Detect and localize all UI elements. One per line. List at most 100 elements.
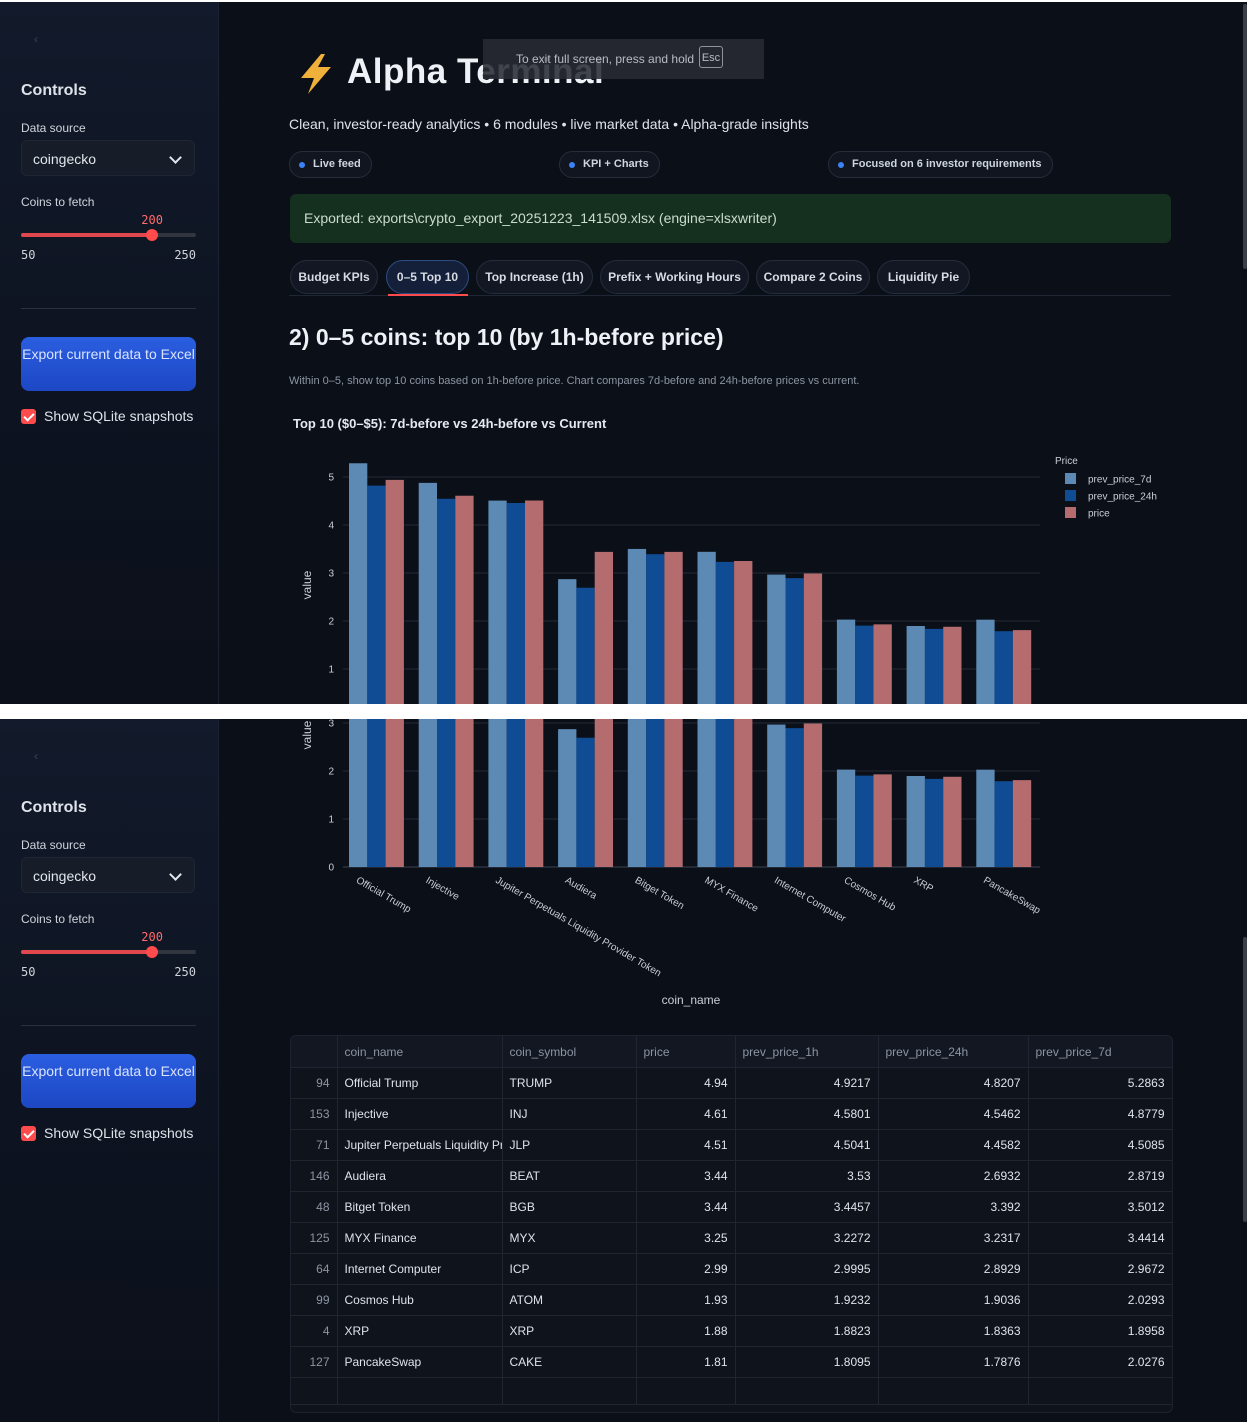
prev-price-7d-cell[interactable]: 4.8779 <box>1028 1098 1172 1130</box>
prev-price-7d-cell[interactable]: 3.4414 <box>1028 1222 1172 1254</box>
table-row[interactable]: 127 PancakeSwap CAKE 1.81 1.8095 1.7876 2.0276 <box>291 1346 1172 1378</box>
screenshot-top: ‹ Controls Data source coingecko Coins t… <box>0 2 1247 704</box>
prev-price-7d-cell[interactable]: 3.5012 <box>1028 1191 1172 1223</box>
coin-name-cell[interactable]: Cosmos Hub <box>337 1284 503 1316</box>
coin-symbol-cell[interactable]: MYX <box>502 1222 637 1254</box>
y-tick-label: 3 <box>328 719 334 730</box>
prev-price-24h-cell[interactable]: 1.9036 <box>878 1284 1029 1316</box>
bar-prev-price-7d <box>767 574 786 704</box>
prev-price-1h-cell[interactable]: 4.5801 <box>735 1098 879 1130</box>
coin-symbol-cell[interactable]: ATOM <box>502 1284 637 1316</box>
coin-name-cell[interactable]: Official Trump <box>337 1067 503 1099</box>
prev-price-7d-cell[interactable]: 5.2863 <box>1028 1067 1172 1099</box>
bar-prev-price-24h <box>437 498 456 704</box>
prev-price-1h-cell[interactable]: 3.53 <box>735 1160 879 1192</box>
y-tick-label: 1 <box>328 665 334 676</box>
bar-prev-price-7d <box>976 769 995 867</box>
price-cell[interactable]: 1.81 <box>636 1346 736 1378</box>
table-row[interactable]: 94 Official Trump TRUMP 4.94 4.9217 4.8207 5.2… <box>291 1067 1172 1099</box>
bar-prev-price-7d <box>627 548 647 704</box>
prev-price-7d-cell[interactable]: 1.8958 <box>1028 1315 1172 1347</box>
coin-name-cell[interactable]: PancakeSwap <box>337 1346 503 1378</box>
price-cell[interactable]: 1.93 <box>636 1284 736 1316</box>
prev-price-1h-cell[interactable]: 3.2272 <box>735 1222 879 1254</box>
prev-price-24h-cell[interactable]: 4.4582 <box>878 1129 1029 1161</box>
table-row[interactable]: 99 Cosmos Hub ATOM 1.93 1.9232 1.9036 2.0293 <box>291 1284 1172 1316</box>
price-cell[interactable]: 2.99 <box>636 1253 736 1285</box>
coin-name-cell[interactable]: Jupiter Perpetuals Liquidity Provider To… <box>337 1129 503 1161</box>
coin-name-cell[interactable]: Injective <box>337 1098 503 1130</box>
column-header[interactable]: coin_name <box>337 1036 503 1068</box>
coin-symbol-cell[interactable]: ICP <box>502 1253 637 1285</box>
prev-price-1h-cell[interactable]: 4.9217 <box>735 1067 879 1099</box>
legend-title: Price <box>1055 456 1078 467</box>
column-header[interactable]: prev_price_24h <box>878 1036 1029 1068</box>
price-cell[interactable]: 1.88 <box>636 1315 736 1347</box>
price-cell[interactable]: 4.61 <box>636 1098 736 1130</box>
prev-price-1h-cell[interactable]: 1.8095 <box>735 1346 879 1378</box>
row-index: 94 <box>291 1067 338 1099</box>
table-row[interactable]: 48 Bitget Token BGB 3.44 3.4457 3.392 3.5012 <box>291 1191 1172 1223</box>
column-header[interactable]: price <box>636 1036 736 1068</box>
coin-name-cell[interactable]: Audiera <box>337 1160 503 1192</box>
coin-symbol-cell[interactable]: TRUMP <box>502 1067 637 1099</box>
table-row[interactable]: 64 Internet Computer ICP 2.99 2.9995 2.8929 2.… <box>291 1253 1172 1285</box>
bar-price <box>525 500 544 704</box>
coin-name-cell[interactable]: Bitget Token <box>337 1191 503 1223</box>
data-table[interactable]: coin_name coin_symbol price prev_price_1… <box>290 1035 1173 1413</box>
prev-price-7d-cell[interactable]: 4.5085 <box>1028 1129 1172 1161</box>
legend-label: price <box>1088 509 1110 520</box>
price-cell[interactable]: 4.51 <box>636 1129 736 1161</box>
coin-name-cell[interactable]: MYX Finance <box>337 1222 503 1254</box>
price-cell[interactable]: 3.44 <box>636 1160 736 1192</box>
prev-price-7d-cell[interactable]: 2.8719 <box>1028 1160 1172 1192</box>
table-row[interactable]: 71Jupiter Perpetuals Liquidity Provider … <box>291 1129 1172 1161</box>
x-tick-label: Injective <box>424 875 462 903</box>
prev-price-7d-cell[interactable]: 2.0276 <box>1028 1346 1172 1378</box>
prev-price-24h-cell[interactable]: 3.392 <box>878 1191 1029 1223</box>
bar-prev-price-7d <box>836 769 856 867</box>
prev-price-24h-cell[interactable]: 2.8929 <box>878 1253 1029 1285</box>
empty-cell <box>291 1377 338 1405</box>
column-header[interactable]: coin_symbol <box>502 1036 637 1068</box>
prev-price-24h-cell[interactable]: 1.7876 <box>878 1346 1029 1378</box>
column-header[interactable]: prev_price_7d <box>1028 1036 1172 1068</box>
coin-symbol-cell[interactable]: BEAT <box>502 1160 637 1192</box>
coin-symbol-cell[interactable]: BGB <box>502 1191 637 1223</box>
prev-price-24h-cell[interactable]: 4.5462 <box>878 1098 1029 1130</box>
prev-price-1h-cell[interactable]: 1.8823 <box>735 1315 879 1347</box>
coin-name-cell[interactable]: Internet Computer <box>337 1253 503 1285</box>
coin-symbol-cell[interactable]: CAKE <box>502 1346 637 1378</box>
price-cell[interactable]: 3.44 <box>636 1191 736 1223</box>
bar-prev-price-24h <box>715 561 735 704</box>
table-row[interactable]: 153 Injective INJ 4.61 4.5801 4.5462 4.8779 <box>291 1098 1172 1130</box>
prev-price-1h-cell[interactable]: 1.9232 <box>735 1284 879 1316</box>
y-tick-label: 4 <box>328 521 334 532</box>
prev-price-7d-cell[interactable]: 2.0293 <box>1028 1284 1172 1316</box>
column-header[interactable]: prev_price_1h <box>735 1036 879 1068</box>
price-cell[interactable]: 4.94 <box>636 1067 736 1099</box>
table-row[interactable]: 125 MYX Finance MYX 3.25 3.2272 3.2317 3.4414 <box>291 1222 1172 1254</box>
prev-price-24h-cell[interactable]: 1.8363 <box>878 1315 1029 1347</box>
price-cell[interactable]: 3.25 <box>636 1222 736 1254</box>
prev-price-24h-cell[interactable]: 2.6932 <box>878 1160 1029 1192</box>
bar-price <box>525 719 544 867</box>
prev-price-24h-cell[interactable]: 4.8207 <box>878 1067 1029 1099</box>
prev-price-1h-cell[interactable]: 2.9995 <box>735 1253 879 1285</box>
x-tick-label: Audiera <box>563 875 599 902</box>
bar-prev-price-24h <box>506 719 525 867</box>
coin-symbol-cell[interactable]: JLP <box>502 1129 637 1161</box>
coin-symbol-cell[interactable]: XRP <box>502 1315 637 1347</box>
bar-prev-price-24h <box>367 719 386 867</box>
coin-name-cell[interactable]: XRP <box>337 1315 503 1347</box>
table-row[interactable]: 4 XRP XRP 1.88 1.8823 1.8363 1.8958 <box>291 1315 1172 1347</box>
bar-prev-price-24h <box>994 631 1013 704</box>
coin-symbol-cell[interactable]: INJ <box>502 1098 637 1130</box>
prev-price-24h-cell[interactable]: 3.2317 <box>878 1222 1029 1254</box>
page-scrollbar[interactable] <box>1243 937 1247 1222</box>
prev-price-7d-cell[interactable]: 2.9672 <box>1028 1253 1172 1285</box>
prev-price-1h-cell[interactable]: 4.5041 <box>735 1129 879 1161</box>
table-row[interactable]: 146 Audiera BEAT 3.44 3.53 2.6932 2.8719 <box>291 1160 1172 1192</box>
prev-price-1h-cell[interactable]: 3.4457 <box>735 1191 879 1223</box>
page-scrollbar[interactable] <box>1243 4 1247 269</box>
